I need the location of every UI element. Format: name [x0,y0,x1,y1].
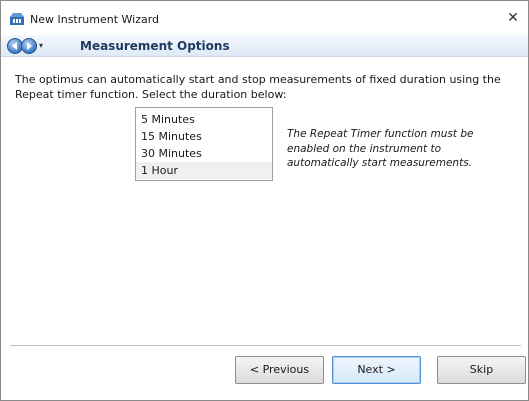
wizard-nav-bar: ▾ Measurement Options [1,35,528,57]
skip-button[interactable]: Skip [437,356,526,384]
title-bar: New Instrument Wizard ✕ [1,1,528,35]
instrument-icon [10,13,24,25]
history-dropdown-icon[interactable]: ▾ [39,41,43,50]
close-button[interactable]: ✕ [504,9,522,27]
window-title: New Instrument Wizard [30,13,160,26]
footer-divider [10,345,521,346]
repeat-timer-note: The Repeat Timer function must be enable… [287,128,474,169]
forward-icon[interactable] [21,38,37,54]
duration-option-30-minutes[interactable]: 30 Minutes [136,145,272,162]
duration-option-15-minutes[interactable]: 15 Minutes [136,128,272,145]
next-button[interactable]: Next > [332,356,421,384]
previous-button[interactable]: < Previous [235,356,324,384]
instructions-text: The optimus can automatically start and … [15,73,501,101]
duration-option-5-minutes[interactable]: 5 Minutes [136,111,272,128]
page-title: Measurement Options [80,39,230,53]
duration-listbox[interactable]: 5 Minutes 15 Minutes 30 Minutes 1 Hour [135,107,273,181]
duration-option-1-hour[interactable]: 1 Hour [136,162,272,179]
wizard-window: New Instrument Wizard ✕ ▾ Measurement Op… [0,0,529,401]
